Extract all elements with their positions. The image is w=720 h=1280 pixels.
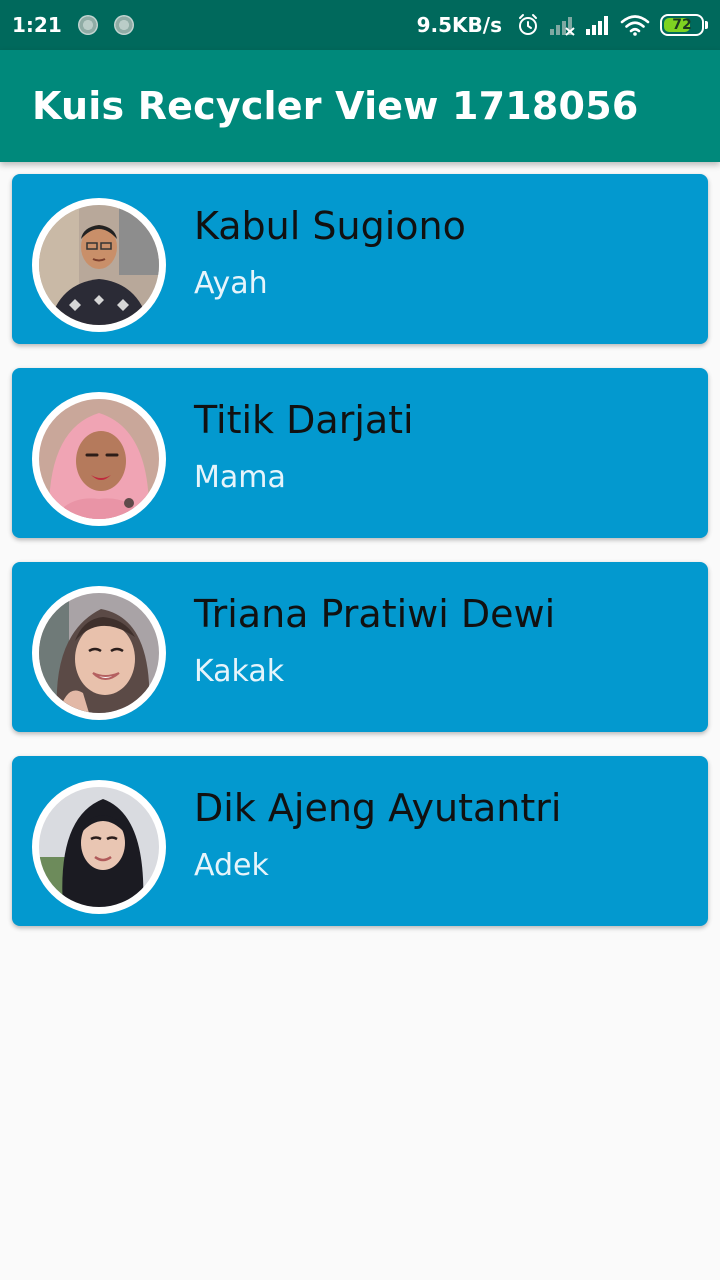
contact-role: Mama [194, 460, 286, 495]
contact-name: Dik Ajeng Ayutantri [194, 786, 562, 830]
signal-icon [548, 10, 576, 40]
battery-cap [705, 21, 708, 29]
notification-dot-icon [77, 15, 98, 35]
app-bar: Kuis Recycler View 1718056 [0, 50, 720, 162]
status-bar: 1:21 9.5KB/s 72 [0, 0, 720, 50]
status-time: 1:21 [12, 13, 62, 37]
wifi-icon [620, 10, 650, 40]
list-item[interactable]: Dik Ajeng Ayutantri Adek [12, 756, 708, 926]
signal-icon [584, 10, 612, 40]
battery-level: 72 [672, 17, 692, 33]
list-item[interactable]: Triana Pratiwi Dewi Kakak [12, 562, 708, 732]
contact-name: Triana Pratiwi Dewi [194, 592, 556, 636]
avatar [32, 780, 166, 914]
contact-role: Adek [194, 848, 269, 883]
contact-name: Titik Darjati [194, 398, 414, 442]
contact-list[interactable]: Kabul Sugiono Ayah Titik Darjati Mama Tr… [12, 174, 708, 950]
avatar [32, 198, 166, 332]
battery-icon: 72 [660, 14, 704, 36]
avatar [32, 392, 166, 526]
network-speed: 9.5KB/s [416, 13, 502, 37]
contact-role: Kakak [194, 654, 285, 689]
alarm-icon [516, 10, 540, 40]
list-item[interactable]: Kabul Sugiono Ayah [12, 174, 708, 344]
contact-name: Kabul Sugiono [194, 204, 466, 248]
list-item[interactable]: Titik Darjati Mama [12, 368, 708, 538]
contact-role: Ayah [194, 266, 268, 301]
avatar [32, 586, 166, 720]
notification-dot-icon [113, 15, 134, 35]
page-title: Kuis Recycler View 1718056 [32, 84, 639, 128]
